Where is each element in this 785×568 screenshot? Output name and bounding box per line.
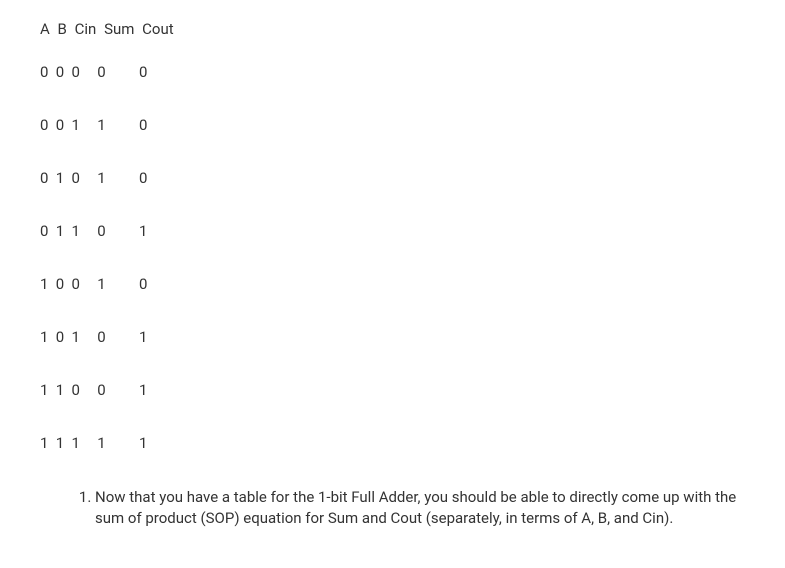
cell-cout: 1 [139,381,153,399]
cell-sum: 1 [97,275,111,293]
cell-cin: 0 [71,63,81,81]
cell-sum: 1 [97,116,111,134]
header-b: B [58,20,67,38]
cell-cout: 0 [139,275,153,293]
cell-cin: 1 [71,328,81,346]
cell-a: 0 [40,63,50,81]
cell-b: 1 [56,222,66,240]
table-header-row: A B Cin Sum Cout [40,20,745,38]
cell-cout: 1 [139,328,153,346]
cell-sum: 0 [97,328,111,346]
cell-a: 0 [40,169,50,187]
cell-b: 1 [56,169,66,187]
cell-a: 1 [40,275,50,293]
cell-a: 0 [40,116,50,134]
question-item: Now that you have a table for the 1-bit … [95,487,745,529]
cell-b: 0 [56,328,66,346]
header-a: A [40,20,50,38]
table-row: 0 1 1 0 1 [40,222,745,240]
cell-cin: 0 [71,381,81,399]
header-cin: Cin [75,20,97,38]
cell-a: 0 [40,222,50,240]
cell-cout: 0 [139,169,153,187]
table-row: 0 0 0 0 0 [40,63,745,81]
cell-sum: 1 [97,434,111,452]
cell-cin: 1 [71,434,81,452]
cell-sum: 0 [97,381,111,399]
table-row: 1 1 0 0 1 [40,381,745,399]
question-list: Now that you have a table for the 1-bit … [95,487,745,529]
cell-sum: 1 [97,169,111,187]
cell-cout: 0 [139,116,153,134]
header-sum: Sum [104,20,134,38]
table-row: 1 1 1 1 1 [40,434,745,452]
cell-cin: 1 [71,116,81,134]
cell-a: 1 [40,381,50,399]
header-cout: Cout [142,20,174,38]
cell-sum: 0 [97,63,111,81]
cell-cin: 1 [71,222,81,240]
table-row: 1 0 1 0 1 [40,328,745,346]
cell-cout: 0 [139,63,153,81]
cell-b: 0 [56,275,66,293]
cell-cout: 1 [139,222,153,240]
cell-b: 0 [56,116,66,134]
table-row: 1 0 0 1 0 [40,275,745,293]
cell-cin: 0 [71,275,81,293]
table-row: 0 1 0 1 0 [40,169,745,187]
cell-b: 1 [56,434,66,452]
truth-table: A B Cin Sum Cout 0 0 0 0 0 0 0 1 1 0 0 1… [40,20,745,452]
table-row: 0 0 1 1 0 [40,116,745,134]
cell-a: 1 [40,434,50,452]
cell-cin: 0 [71,169,81,187]
cell-a: 1 [40,328,50,346]
cell-b: 1 [56,381,66,399]
cell-sum: 0 [97,222,111,240]
cell-cout: 1 [139,434,153,452]
cell-b: 0 [56,63,66,81]
